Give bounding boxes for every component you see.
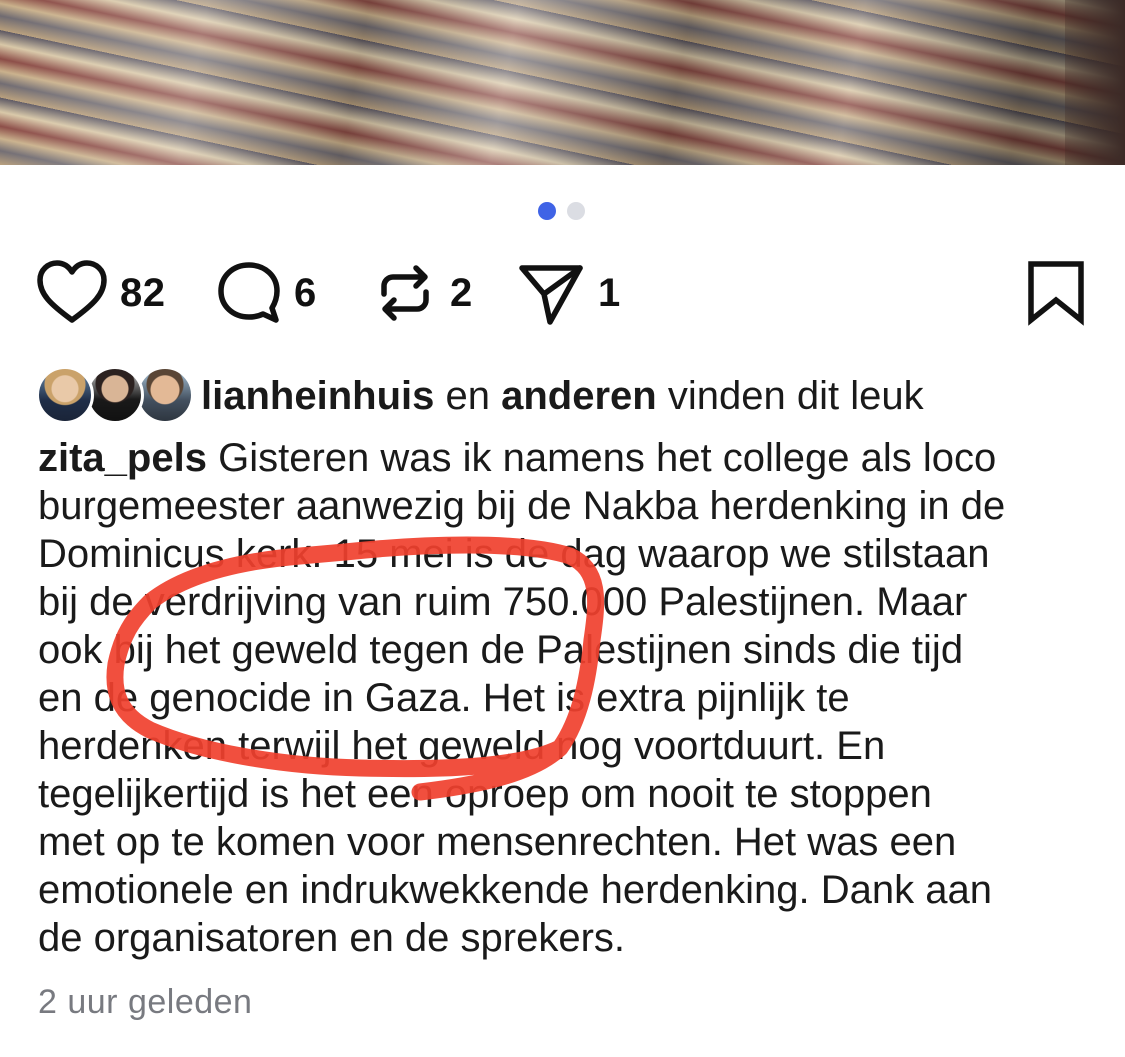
caption-text: Gisteren was ik namens het college als l… [206,436,997,480]
avatar [36,366,94,424]
comment-count: 6 [294,270,317,315]
caption-username[interactable]: zita_pels [38,436,207,480]
share-count: 1 [598,270,621,315]
liker-avatars [36,364,194,428]
carousel-dot-active[interactable] [538,202,556,220]
comment-bubble-icon [216,260,282,326]
liked-by-text: lianheinhuis en anderen vinden dit leuk [201,374,924,419]
caption-line: herdenken terwijl het geweld nog voortdu… [38,724,886,768]
post-timestamp: 2 uur geleden [38,983,253,1021]
caption-line: met op te komen voor mensenrechten. Het … [38,820,957,864]
liked-by-connector: en [445,373,490,418]
caption-line: de organisatoren en de sprekers. [38,916,626,960]
carousel-dot[interactable] [567,202,585,220]
caption-line: zita_pels Gisteren was ik namens het col… [38,434,1098,482]
liked-by-suffix: vinden dit leuk [667,373,924,418]
caption-line: emotionele en indrukwekkende herdenking.… [38,868,992,912]
caption-line: bij de verdrijving van ruim 750.000 Pale… [38,580,968,624]
liked-by-row[interactable]: lianheinhuis en anderen vinden dit leuk [36,364,924,428]
avatar [86,366,144,424]
comment-button[interactable]: 6 [216,258,317,328]
like-button[interactable]: 82 [36,258,166,328]
caption-line: en de genocide in Gaza. Het is extra pij… [38,676,850,720]
like-count: 82 [120,270,166,315]
post-view: 82 6 2 1 lianheinhuis en anderen vinden … [0,0,1125,1057]
save-button[interactable] [1026,260,1086,331]
repost-arrows-icon [372,260,438,326]
caption-line: ook bij het geweld tegen de Palestijnen … [38,628,964,672]
liked-by-others-link[interactable]: anderen [501,374,657,418]
action-bar: 82 6 2 1 [36,258,1086,328]
bookmark-icon [1026,261,1086,330]
repost-button[interactable]: 2 [372,258,473,328]
caption-line: burgemeester aanwezig bij de Nakba herde… [38,484,1006,528]
caption-line: tegelijkertijd is het een oproep om nooi… [38,772,932,816]
carousel-indicator [538,202,585,220]
liker-username[interactable]: lianheinhuis [201,374,434,418]
send-paper-plane-icon [516,260,586,326]
post-caption: zita_pels Gisteren was ik namens het col… [38,434,1098,962]
caption-line: Dominicus kerk. 15 mei is de dag waarop … [38,532,990,576]
avatar [136,366,194,424]
share-button[interactable]: 1 [516,258,621,328]
post-photo[interactable] [0,0,1125,165]
repost-count: 2 [450,270,473,315]
heart-icon [36,260,108,326]
